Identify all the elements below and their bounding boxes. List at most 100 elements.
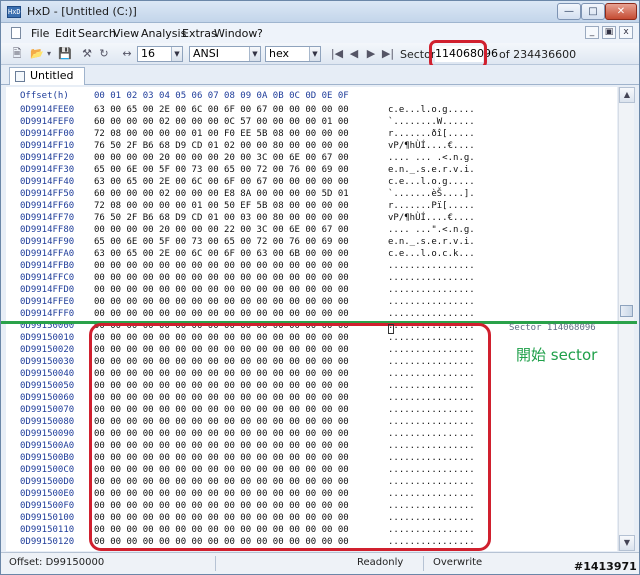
row-ascii[interactable]: c.e...l.o.g.....: [388, 177, 475, 187]
chevron-down-icon[interactable]: ▼: [249, 47, 260, 61]
row-ascii[interactable]: `.......èŠ....].: [388, 189, 475, 199]
watermark-id: #1413971: [574, 560, 637, 573]
row-offset: 0D9914FF40: [20, 177, 75, 187]
bytes-per-row-select[interactable]: 16 ▼: [137, 46, 183, 62]
row-offset: 0D9914FF80: [20, 225, 75, 235]
row-ascii[interactable]: c.e...l.o.g.....: [388, 105, 475, 115]
row-hex-bytes[interactable]: 76 50 2F B6 68 D9 CD 01 02 00 00 80 00 0…: [94, 141, 349, 151]
new-sector-highlight-box: [89, 323, 491, 551]
document-icon[interactable]: [11, 27, 21, 39]
row-hex-bytes[interactable]: 60 00 00 00 02 00 00 00 0C 57 00 00 00 0…: [94, 117, 349, 127]
row-offset: 0D9914FFD0: [20, 285, 75, 295]
row-hex-bytes[interactable]: 63 00 65 00 2E 00 6C 00 6F 00 67 00 00 0…: [94, 105, 349, 115]
offset-base-select[interactable]: hex ▼: [265, 46, 321, 62]
status-divider: [423, 556, 424, 571]
row-ascii[interactable]: vP/¶hÙÍ....€....: [388, 213, 475, 223]
next-sector-icon[interactable]: ▶: [363, 47, 379, 61]
minimize-button[interactable]: —: [557, 3, 581, 20]
first-sector-icon[interactable]: |◀: [329, 47, 345, 61]
row-offset: 0D99150020: [20, 345, 75, 355]
row-offset: 0D9914FFE0: [20, 297, 75, 307]
offset-column-header: Offset(h): [20, 91, 69, 101]
new-file-icon[interactable]: 🗎: [9, 47, 25, 61]
row-ascii[interactable]: c.e...l.o.c.k...: [388, 249, 475, 259]
row-ascii[interactable]: e.n._.s.e.r.v.i.: [388, 237, 475, 247]
open-folder-icon[interactable]: 📂: [29, 47, 45, 61]
row-offset: 0D9914FFB0: [20, 261, 75, 271]
row-offset: 0D99150090: [20, 429, 75, 439]
title-bar[interactable]: HxD HxD - [Untitled (C:)] — □ ✕: [1, 1, 639, 23]
row-offset: 0D991500F0: [20, 501, 75, 511]
row-offset: 0D99150100: [20, 513, 75, 523]
row-hex-bytes[interactable]: 00 00 00 00 00 00 00 00 00 00 00 00 00 0…: [94, 309, 349, 319]
row-hex-bytes[interactable]: 00 00 00 00 20 00 00 00 20 00 3C 00 6E 0…: [94, 153, 349, 163]
row-offset: 0D99150040: [20, 369, 75, 379]
row-ascii[interactable]: r.......ðî[.....: [388, 129, 475, 139]
toolbar: 🗎 📂 ▾ 💾 ⚒ ↻ ↔ 16 ▼ ANSI ▼ hex ▼ |◀ ◀ ▶ ▶…: [1, 43, 639, 65]
vertical-scrollbar[interactable]: ▲ ▼: [618, 87, 635, 551]
menu-file[interactable]: File: [31, 27, 49, 40]
row-ascii[interactable]: ................: [388, 285, 475, 295]
row-ascii[interactable]: .... ... .<.n.g.: [388, 153, 475, 163]
tools-icon[interactable]: ⚒: [79, 47, 95, 61]
row-ascii[interactable]: vP/¶hÙÍ....€....: [388, 141, 475, 151]
mdi-minimize-button[interactable]: _: [585, 26, 599, 39]
row-offset: 0D9914FF50: [20, 189, 75, 199]
row-ascii[interactable]: ................: [388, 261, 475, 271]
scroll-thumb[interactable]: [620, 305, 633, 317]
menu-search[interactable]: Search: [78, 27, 116, 40]
row-offset: 0D991500D0: [20, 477, 75, 487]
tab-untitled-c[interactable]: Untitled (C:): [9, 67, 85, 98]
row-offset: 0D991500A0: [20, 441, 75, 451]
scroll-up-icon[interactable]: ▲: [619, 87, 635, 103]
maximize-button[interactable]: □: [581, 3, 605, 20]
menu-analysis[interactable]: Analysis: [141, 27, 186, 40]
row-ascii[interactable]: ................: [388, 297, 475, 307]
sector-total: of 234436600: [499, 48, 577, 61]
status-readonly: Readonly: [357, 557, 404, 568]
row-ascii[interactable]: `........W......: [388, 117, 475, 127]
bytes-per-row-value: 16: [141, 47, 155, 60]
row-ascii[interactable]: r.......Pï[.....: [388, 201, 475, 211]
row-hex-bytes[interactable]: 00 00 00 00 00 00 00 00 00 00 00 00 00 0…: [94, 273, 349, 283]
row-offset: 0D9914FFC0: [20, 273, 75, 283]
chevron-down-icon[interactable]: ▼: [171, 47, 182, 61]
row-hex-bytes[interactable]: 00 00 00 00 00 00 00 00 00 00 00 00 00 0…: [94, 297, 349, 307]
mdi-restore-button[interactable]: ▣: [602, 26, 616, 39]
save-icon[interactable]: 💾: [57, 47, 73, 61]
row-hex-bytes[interactable]: 63 00 65 00 2E 00 6C 00 6F 00 63 00 6B 0…: [94, 249, 349, 259]
row-hex-bytes[interactable]: 00 00 00 00 20 00 00 00 22 00 3C 00 6E 0…: [94, 225, 349, 235]
row-offset: 0D9914FF10: [20, 141, 75, 151]
row-hex-bytes[interactable]: 72 08 00 00 00 00 01 00 50 EF 5B 08 00 0…: [94, 201, 349, 211]
row-hex-bytes[interactable]: 60 00 00 00 02 00 00 00 E8 8A 00 00 00 0…: [94, 189, 349, 199]
row-offset: 0D99150010: [20, 333, 75, 343]
row-hex-bytes[interactable]: 76 50 2F B6 68 D9 CD 01 00 03 00 80 00 0…: [94, 213, 349, 223]
prev-sector-icon[interactable]: ◀: [346, 47, 362, 61]
menu-window[interactable]: Window: [214, 27, 257, 40]
row-hex-bytes[interactable]: 65 00 6E 00 5F 00 73 00 65 00 72 00 76 0…: [94, 237, 349, 247]
last-sector-icon[interactable]: ▶|: [380, 47, 396, 61]
tab-bar: Untitled (C:): [1, 65, 639, 98]
mdi-close-button[interactable]: x: [619, 26, 633, 39]
row-offset: 0D9914FF60: [20, 201, 75, 211]
scroll-down-icon[interactable]: ▼: [619, 535, 635, 551]
row-hex-bytes[interactable]: 63 00 65 00 2E 00 6C 00 6F 00 67 00 00 0…: [94, 177, 349, 187]
row-hex-bytes[interactable]: 72 08 00 00 00 00 01 00 F0 EE 5B 08 00 0…: [94, 129, 349, 139]
row-ascii[interactable]: ................: [388, 273, 475, 283]
menu-help[interactable]: ?: [257, 27, 263, 40]
charset-select[interactable]: ANSI ▼: [189, 46, 261, 62]
row-ascii[interactable]: ................: [388, 309, 475, 319]
row-hex-bytes[interactable]: 65 00 6E 00 5F 00 73 00 65 00 72 00 76 0…: [94, 165, 349, 175]
chevron-down-icon[interactable]: ▼: [309, 47, 320, 61]
menu-view[interactable]: View: [113, 27, 139, 40]
menu-edit[interactable]: Edit: [55, 27, 76, 40]
menu-extras[interactable]: Extras: [182, 27, 217, 40]
row-hex-bytes[interactable]: 00 00 00 00 00 00 00 00 00 00 00 00 00 0…: [94, 261, 349, 271]
refresh-icon[interactable]: ↻: [96, 47, 112, 61]
row-ascii[interactable]: e.n._.s.e.r.v.i.: [388, 165, 475, 175]
row-hex-bytes[interactable]: 00 00 00 00 00 00 00 00 00 00 00 00 00 0…: [94, 285, 349, 295]
row-ascii[interactable]: .... ...".<.n.g.: [388, 225, 475, 235]
row-offset: 0D9914FF90: [20, 237, 75, 247]
close-button[interactable]: ✕: [605, 3, 637, 20]
open-dropdown-icon[interactable]: ▾: [45, 47, 53, 61]
